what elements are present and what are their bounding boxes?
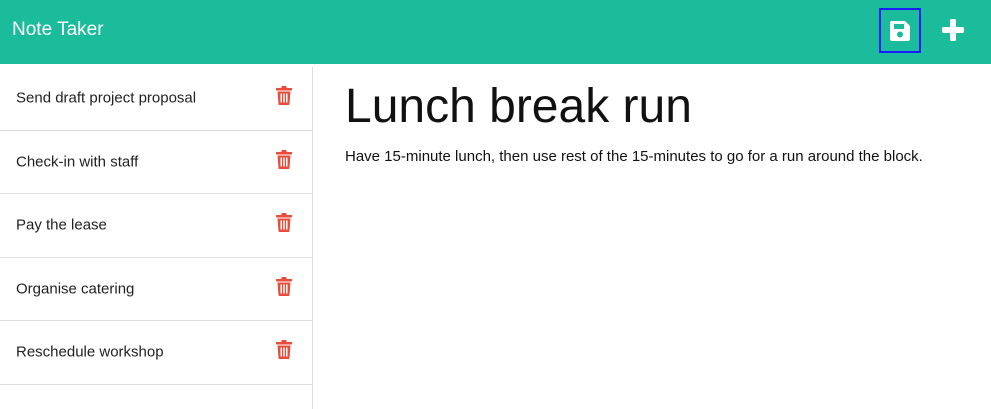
note-list-title[interactable]: Check-in with staff [16, 153, 138, 170]
note-list-title[interactable]: Organise catering [16, 280, 134, 297]
list-item[interactable]: Organise catering [0, 258, 312, 321]
trash-icon[interactable] [276, 86, 292, 105]
trash-icon[interactable] [276, 149, 292, 169]
list-item[interactable]: Check-in with staff [0, 131, 312, 194]
plus-icon [942, 19, 964, 41]
list-item[interactable]: Send draft project proposal [0, 67, 312, 131]
list-item[interactable]: Pay the lease [0, 194, 312, 258]
trash-icon[interactable] [276, 213, 292, 232]
save-icon [890, 20, 910, 41]
notes-list: Send draft project proposal Check-in wit… [0, 67, 313, 409]
note-list-title[interactable]: Send draft project proposal [16, 90, 196, 107]
note-text-area[interactable]: Have 15-minute lunch, then use rest of t… [345, 147, 965, 387]
trash-icon[interactable] [276, 276, 292, 296]
top-navbar: Note Taker [0, 0, 991, 64]
list-item[interactable]: Reschedule workshop [0, 321, 312, 385]
note-list-title[interactable]: Pay the lease [16, 217, 107, 234]
trash-icon[interactable] [276, 340, 292, 359]
note-list-title[interactable]: Reschedule workshop [16, 344, 164, 361]
save-note-button[interactable] [879, 8, 921, 53]
note-title-input[interactable] [345, 77, 965, 137]
app-title[interactable]: Note Taker [12, 19, 104, 41]
note-editor: Have 15-minute lunch, then use rest of t… [314, 67, 991, 409]
new-note-button[interactable] [938, 14, 968, 46]
